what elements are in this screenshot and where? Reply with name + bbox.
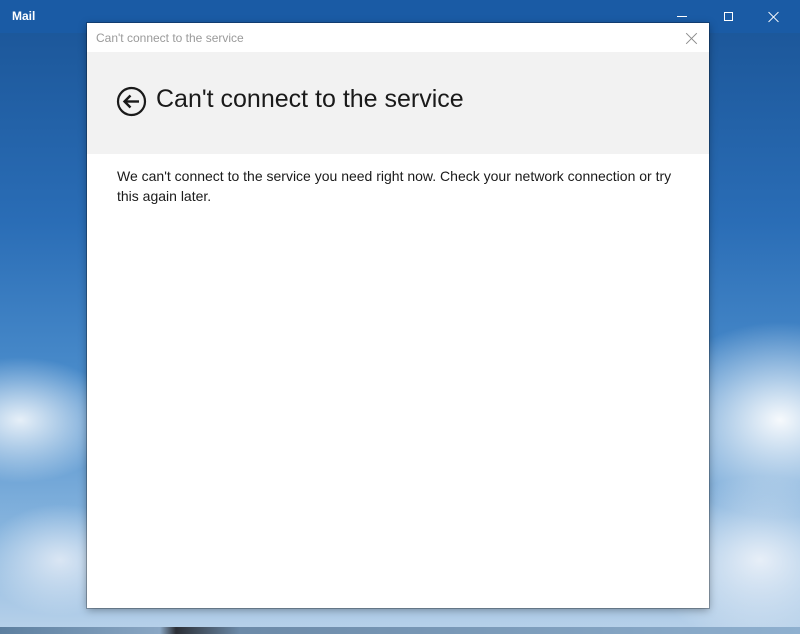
back-arrow-icon — [116, 86, 147, 117]
app-title: Mail — [12, 9, 36, 23]
dialog-titlebar: Can't connect to the service — [87, 23, 709, 52]
maximize-icon — [723, 12, 733, 21]
maximize-button[interactable] — [706, 0, 750, 33]
dialog-title: Can't connect to the service — [96, 31, 244, 45]
mail-app-window: Mail Can't connect to the service Can't … — [0, 0, 800, 634]
dialog-close-button[interactable] — [683, 29, 701, 47]
dialog-heading: Can't connect to the service — [156, 85, 464, 113]
taskbar-strip — [0, 627, 800, 634]
close-icon — [768, 11, 780, 23]
error-dialog: Can't connect to the service Can't conne… — [87, 23, 709, 608]
close-button[interactable] — [752, 0, 796, 33]
minimize-icon — [677, 16, 687, 17]
error-message: We can't connect to the service you need… — [117, 168, 672, 204]
back-button[interactable] — [116, 86, 147, 117]
